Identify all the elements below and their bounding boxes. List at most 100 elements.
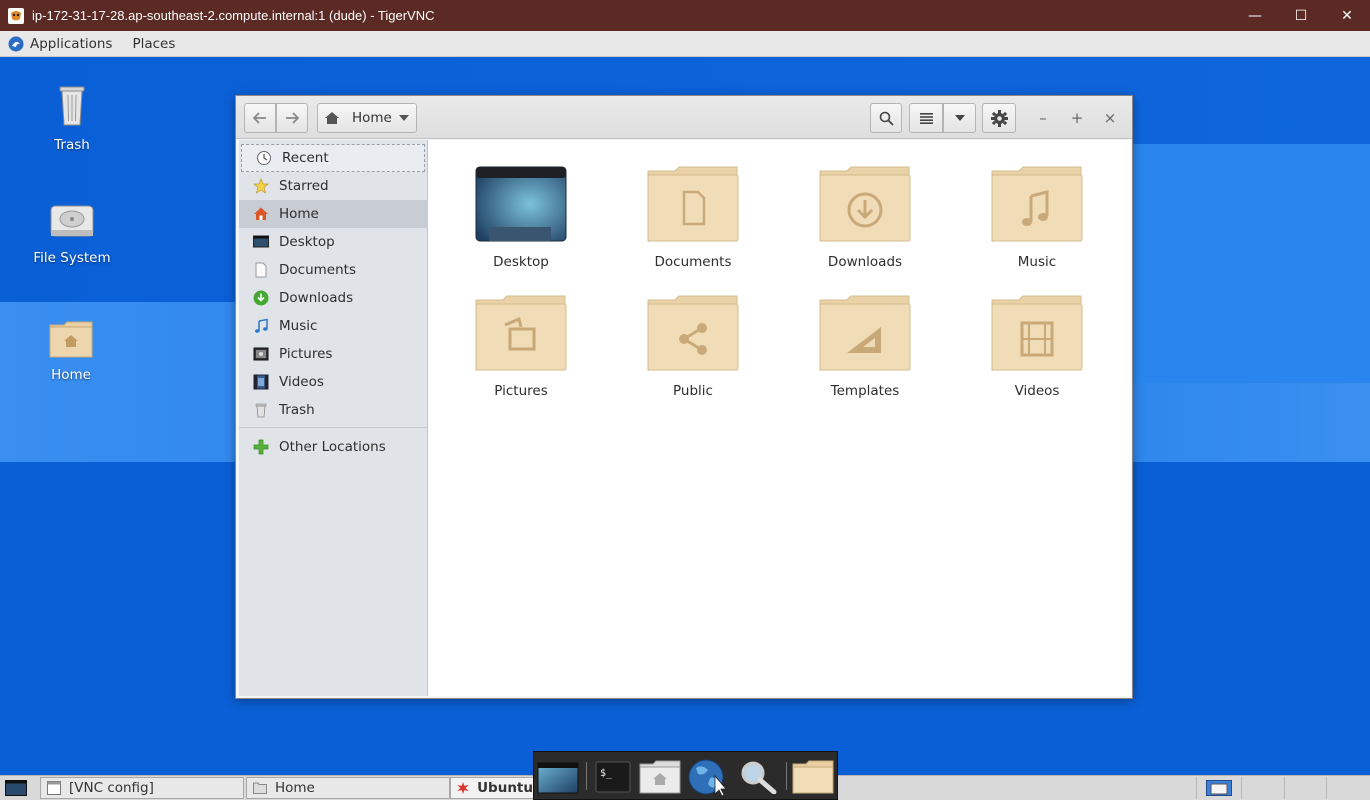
folder-item-desktop[interactable]: Desktop	[446, 166, 596, 270]
home-icon	[325, 112, 339, 124]
sidebar-item-desktop[interactable]: Desktop	[239, 228, 428, 256]
folder-label: Music	[1017, 254, 1057, 270]
task-label: Home	[275, 780, 315, 796]
sidebar-item-label: Documents	[279, 262, 356, 278]
sidebar-item-label: Desktop	[279, 234, 335, 250]
file-manager-window: Home – + × Recent Starred Home Desktop D…	[235, 95, 1133, 699]
sidebar-item-starred[interactable]: Starred	[239, 172, 428, 200]
desktop-icon	[253, 234, 269, 250]
folder-label: Documents	[654, 254, 732, 270]
downloads-folder-icon	[819, 166, 911, 242]
file-view: Desktop Documents Downloads Music Pictur…	[428, 140, 1131, 696]
location-button[interactable]: Home	[317, 103, 417, 133]
folder-icon	[792, 760, 834, 794]
location-label: Home	[352, 110, 392, 126]
vnc-minimize-button[interactable]: —	[1232, 0, 1278, 31]
sidebar-item-downloads[interactable]: Downloads	[239, 284, 428, 312]
list-view-button[interactable]	[909, 103, 943, 133]
star-icon	[253, 178, 269, 194]
desktop-wallpaper-band	[1133, 144, 1370, 383]
launcher-dock: $_	[533, 751, 838, 800]
sidebar-item-other-locations[interactable]: Other Locations	[239, 433, 428, 461]
desktop-icon-label: Home	[51, 367, 91, 383]
sidebar-item-label: Starred	[279, 178, 329, 194]
dock-search[interactable]	[736, 758, 780, 796]
window-minimize-button[interactable]: –	[1028, 103, 1058, 133]
sidebar-item-trash[interactable]: Trash	[239, 396, 428, 424]
list-view-icon	[919, 112, 933, 124]
window-maximize-button[interactable]: +	[1062, 103, 1092, 133]
workspace-3[interactable]	[1284, 777, 1326, 799]
home-icon	[253, 206, 269, 222]
music-icon	[253, 318, 269, 334]
arrow-right-icon	[286, 112, 299, 124]
terminal-icon: $_	[595, 761, 631, 793]
window-close-button[interactable]: ×	[1095, 103, 1125, 133]
folder-label: Downloads	[827, 254, 903, 270]
dock-show-desktop[interactable]	[536, 758, 580, 796]
dock-separator	[586, 762, 587, 790]
workspace-4[interactable]	[1326, 777, 1370, 799]
task-vnc-config[interactable]: [VNC config]	[40, 777, 244, 799]
task-home[interactable]: Home	[246, 777, 450, 799]
sidebar-separator	[239, 427, 428, 428]
back-button[interactable]	[244, 103, 276, 133]
sidebar-item-music[interactable]: Music	[239, 312, 428, 340]
show-desktop-button[interactable]	[3, 778, 29, 798]
workspace-2[interactable]	[1241, 777, 1284, 799]
sidebar-item-recent[interactable]: Recent	[241, 144, 425, 172]
search-button[interactable]	[870, 103, 902, 133]
dock-terminal[interactable]: $_	[591, 758, 635, 796]
menu-button[interactable]	[982, 103, 1016, 133]
task-label: [VNC config]	[69, 780, 154, 796]
folder-item-pictures[interactable]: Pictures	[446, 295, 596, 399]
vnc-maximize-button[interactable]: ☐	[1278, 0, 1324, 31]
sidebar-item-home[interactable]: Home	[239, 200, 428, 228]
home-folder-icon	[49, 321, 93, 358]
dock-files[interactable]	[791, 758, 835, 796]
folder-item-public[interactable]: Public	[618, 295, 768, 399]
desktop-icon-trash[interactable]: Trash	[17, 81, 127, 153]
dock-web-browser[interactable]	[687, 758, 731, 796]
videos-folder-icon	[991, 295, 1083, 371]
vnc-close-button[interactable]: ✕	[1324, 0, 1370, 31]
folder-item-documents[interactable]: Documents	[618, 166, 768, 270]
music-folder-icon	[991, 166, 1083, 242]
places-menu[interactable]: Places	[132, 36, 175, 52]
search-icon	[879, 111, 894, 126]
chevron-down-icon	[399, 115, 409, 121]
globe-icon	[688, 759, 727, 796]
applications-menu[interactable]: Applications	[30, 36, 112, 52]
folder-item-templates[interactable]: Templates	[790, 295, 940, 399]
vnc-title-bar: ip-172-31-17-28.ap-southeast-2.compute.i…	[0, 0, 1370, 31]
window-icon	[47, 781, 61, 795]
trash-icon	[253, 402, 269, 418]
search-icon	[741, 761, 777, 794]
public-folder-icon	[647, 295, 739, 371]
sidebar-item-label: Recent	[282, 150, 329, 166]
sidebar-item-label: Videos	[279, 374, 324, 390]
forward-button[interactable]	[276, 103, 308, 133]
workspace-1[interactable]	[1196, 777, 1240, 799]
folder-label: Desktop	[493, 254, 549, 270]
sidebar-item-label: Pictures	[279, 346, 333, 362]
folder-item-music[interactable]: Music	[962, 166, 1112, 270]
folder-label: Videos	[1014, 383, 1060, 399]
desktop-icon-home[interactable]: Home	[16, 319, 126, 383]
desktop-icon-file-system[interactable]: File System	[17, 202, 127, 266]
dock-home-folder[interactable]	[638, 758, 682, 796]
sidebar-item-label: Downloads	[279, 290, 354, 306]
folder-label: Templates	[830, 383, 900, 399]
sidebar-item-documents[interactable]: Documents	[239, 256, 428, 284]
folder-item-videos[interactable]: Videos	[962, 295, 1112, 399]
task-ubuntu[interactable]: Ubuntu	[450, 777, 534, 799]
folder-item-downloads[interactable]: Downloads	[790, 166, 940, 270]
show-desktop-icon	[5, 780, 27, 796]
templates-folder-icon	[819, 295, 911, 371]
sidebar-item-pictures[interactable]: Pictures	[239, 340, 428, 368]
view-options-button[interactable]	[943, 103, 976, 133]
sidebar-item-videos[interactable]: Videos	[239, 368, 428, 396]
applications-menu-icon[interactable]	[8, 36, 24, 52]
svg-text:$_: $_	[600, 768, 613, 779]
sidebar-item-label: Trash	[279, 402, 315, 418]
